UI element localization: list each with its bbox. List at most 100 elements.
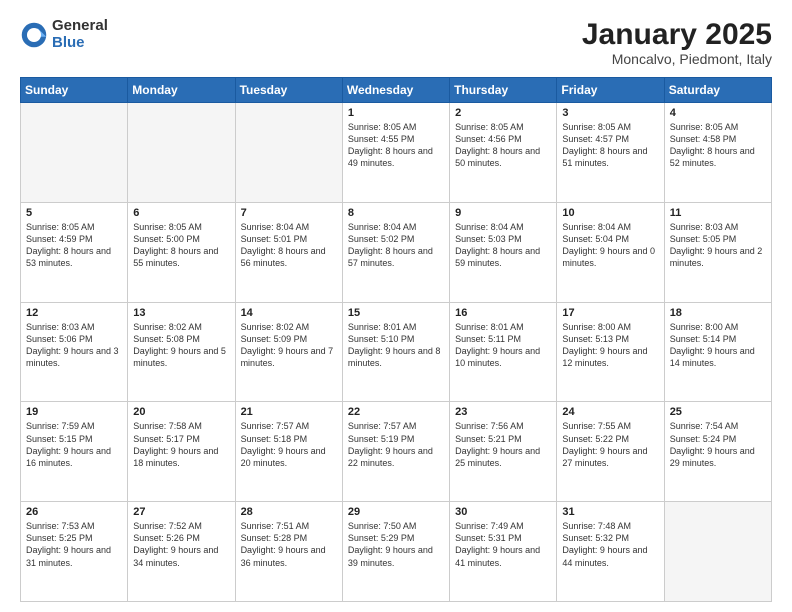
day-info: Sunrise: 8:04 AM Sunset: 5:01 PM Dayligh… [241, 221, 337, 270]
day-cell: 24 Sunrise: 7:55 AM Sunset: 5:22 PM Dayli… [557, 402, 664, 502]
header: General Blue January 2025 Moncalvo, Pied… [20, 18, 772, 67]
day-cell: 30 Sunrise: 7:49 AM Sunset: 5:31 PM Dayli… [450, 502, 557, 602]
day-cell: 29Sunrise: 7:50 AM Sunset: 5:29 PM Dayli… [342, 502, 449, 602]
day-cell: 18 Sunrise: 8:00 AM Sunset: 5:14 PM Dayli… [664, 302, 771, 402]
day-info: Sunrise: 8:03 AM Sunset: 5:05 PM Dayligh… [670, 221, 766, 270]
week-row-0: 1Sunrise: 8:05 AM Sunset: 4:55 PM Daylig… [21, 103, 772, 203]
day-info: Sunrise: 8:02 AM Sunset: 5:08 PM Dayligh… [133, 321, 229, 370]
day-number: 7 [241, 207, 337, 219]
day-cell: 5Sunrise: 8:05 AM Sunset: 4:59 PM Daylig… [21, 202, 128, 302]
day-number: 10 [562, 207, 658, 219]
day-number: 11 [670, 207, 766, 219]
title-block: January 2025 Moncalvo, Piedmont, Italy [582, 18, 772, 67]
day-info: Sunrise: 8:04 AM Sunset: 5:02 PM Dayligh… [348, 221, 444, 270]
day-info: Sunrise: 7:57 AM Sunset: 5:18 PM Dayligh… [241, 420, 337, 469]
weekday-header-monday: Monday [128, 78, 235, 103]
day-cell: 4 Sunrise: 8:05 AM Sunset: 4:58 PM Daylig… [664, 103, 771, 203]
day-cell: 12 Sunrise: 8:03 AM Sunset: 5:06 PM Dayli… [21, 302, 128, 402]
day-cell: 6Sunrise: 8:05 AM Sunset: 5:00 PM Daylig… [128, 202, 235, 302]
day-number: 6 [133, 207, 229, 219]
day-cell: 15Sunrise: 8:01 AM Sunset: 5:10 PM Dayli… [342, 302, 449, 402]
day-number: 28 [241, 506, 337, 518]
day-cell: 3 Sunrise: 8:05 AM Sunset: 4:57 PM Daylig… [557, 103, 664, 203]
logo-general-text: General [52, 18, 108, 35]
day-info: Sunrise: 8:00 AM Sunset: 5:14 PM Dayligh… [670, 321, 766, 370]
day-cell: 8 Sunrise: 8:04 AM Sunset: 5:02 PM Daylig… [342, 202, 449, 302]
day-cell: 28Sunrise: 7:51 AM Sunset: 5:28 PM Dayli… [235, 502, 342, 602]
day-number: 20 [133, 406, 229, 418]
day-info: Sunrise: 7:48 AM Sunset: 5:32 PM Dayligh… [562, 520, 658, 569]
day-number: 14 [241, 307, 337, 319]
day-info: Sunrise: 8:05 AM Sunset: 4:58 PM Dayligh… [670, 121, 766, 170]
day-number: 2 [455, 107, 551, 119]
month-title: January 2025 [582, 18, 772, 51]
day-info: Sunrise: 8:01 AM Sunset: 5:10 PM Dayligh… [348, 321, 444, 370]
logo-icon [20, 21, 48, 49]
week-row-4: 26Sunrise: 7:53 AM Sunset: 5:25 PM Dayli… [21, 502, 772, 602]
week-row-2: 12 Sunrise: 8:03 AM Sunset: 5:06 PM Dayli… [21, 302, 772, 402]
weekday-header-row: SundayMondayTuesdayWednesdayThursdayFrid… [21, 78, 772, 103]
weekday-header-thursday: Thursday [450, 78, 557, 103]
day-info: Sunrise: 7:55 AM Sunset: 5:22 PM Dayligh… [562, 420, 658, 469]
day-cell [664, 502, 771, 602]
day-cell [235, 103, 342, 203]
day-info: Sunrise: 8:04 AM Sunset: 5:03 PM Dayligh… [455, 221, 551, 270]
week-row-1: 5Sunrise: 8:05 AM Sunset: 4:59 PM Daylig… [21, 202, 772, 302]
day-cell: 9 Sunrise: 8:04 AM Sunset: 5:03 PM Daylig… [450, 202, 557, 302]
day-number: 16 [455, 307, 551, 319]
day-number: 12 [26, 307, 122, 319]
day-number: 19 [26, 406, 122, 418]
day-cell: 1Sunrise: 8:05 AM Sunset: 4:55 PM Daylig… [342, 103, 449, 203]
day-info: Sunrise: 7:54 AM Sunset: 5:24 PM Dayligh… [670, 420, 766, 469]
day-info: Sunrise: 8:03 AM Sunset: 5:06 PM Dayligh… [26, 321, 122, 370]
day-number: 30 [455, 506, 551, 518]
day-info: Sunrise: 8:02 AM Sunset: 5:09 PM Dayligh… [241, 321, 337, 370]
day-number: 9 [455, 207, 551, 219]
day-cell: 2 Sunrise: 8:05 AM Sunset: 4:56 PM Daylig… [450, 103, 557, 203]
day-number: 21 [241, 406, 337, 418]
weekday-header-saturday: Saturday [664, 78, 771, 103]
day-number: 24 [562, 406, 658, 418]
day-info: Sunrise: 7:49 AM Sunset: 5:31 PM Dayligh… [455, 520, 551, 569]
day-number: 27 [133, 506, 229, 518]
logo-text: General Blue [52, 18, 108, 51]
week-row-3: 19 Sunrise: 7:59 AM Sunset: 5:15 PM Dayli… [21, 402, 772, 502]
day-number: 17 [562, 307, 658, 319]
day-number: 13 [133, 307, 229, 319]
weekday-header-wednesday: Wednesday [342, 78, 449, 103]
day-info: Sunrise: 7:59 AM Sunset: 5:15 PM Dayligh… [26, 420, 122, 469]
day-info: Sunrise: 8:04 AM Sunset: 5:04 PM Dayligh… [562, 221, 658, 270]
day-cell: 25 Sunrise: 7:54 AM Sunset: 5:24 PM Dayli… [664, 402, 771, 502]
logo-blue-text: Blue [52, 35, 108, 52]
day-cell [128, 103, 235, 203]
day-cell: 16Sunrise: 8:01 AM Sunset: 5:11 PM Dayli… [450, 302, 557, 402]
day-number: 8 [348, 207, 444, 219]
calendar: SundayMondayTuesdayWednesdayThursdayFrid… [20, 77, 772, 602]
day-cell: 14 Sunrise: 8:02 AM Sunset: 5:09 PM Dayli… [235, 302, 342, 402]
day-info: Sunrise: 7:50 AM Sunset: 5:29 PM Dayligh… [348, 520, 444, 569]
day-number: 3 [562, 107, 658, 119]
day-info: Sunrise: 7:56 AM Sunset: 5:21 PM Dayligh… [455, 420, 551, 469]
location: Moncalvo, Piedmont, Italy [582, 51, 772, 67]
day-number: 4 [670, 107, 766, 119]
day-number: 31 [562, 506, 658, 518]
day-cell: 23Sunrise: 7:56 AM Sunset: 5:21 PM Dayli… [450, 402, 557, 502]
day-info: Sunrise: 8:05 AM Sunset: 4:56 PM Dayligh… [455, 121, 551, 170]
day-number: 25 [670, 406, 766, 418]
day-info: Sunrise: 8:05 AM Sunset: 4:55 PM Dayligh… [348, 121, 444, 170]
day-cell: 7 Sunrise: 8:04 AM Sunset: 5:01 PM Daylig… [235, 202, 342, 302]
day-info: Sunrise: 7:52 AM Sunset: 5:26 PM Dayligh… [133, 520, 229, 569]
weekday-header-friday: Friday [557, 78, 664, 103]
logo: General Blue [20, 18, 108, 51]
day-info: Sunrise: 7:53 AM Sunset: 5:25 PM Dayligh… [26, 520, 122, 569]
day-cell: 26Sunrise: 7:53 AM Sunset: 5:25 PM Dayli… [21, 502, 128, 602]
day-number: 22 [348, 406, 444, 418]
day-cell: 20Sunrise: 7:58 AM Sunset: 5:17 PM Dayli… [128, 402, 235, 502]
weekday-header-tuesday: Tuesday [235, 78, 342, 103]
day-cell: 27 Sunrise: 7:52 AM Sunset: 5:26 PM Dayli… [128, 502, 235, 602]
day-info: Sunrise: 8:05 AM Sunset: 4:57 PM Dayligh… [562, 121, 658, 170]
day-number: 18 [670, 307, 766, 319]
weekday-header-sunday: Sunday [21, 78, 128, 103]
day-info: Sunrise: 8:00 AM Sunset: 5:13 PM Dayligh… [562, 321, 658, 370]
day-cell: 31 Sunrise: 7:48 AM Sunset: 5:32 PM Dayli… [557, 502, 664, 602]
